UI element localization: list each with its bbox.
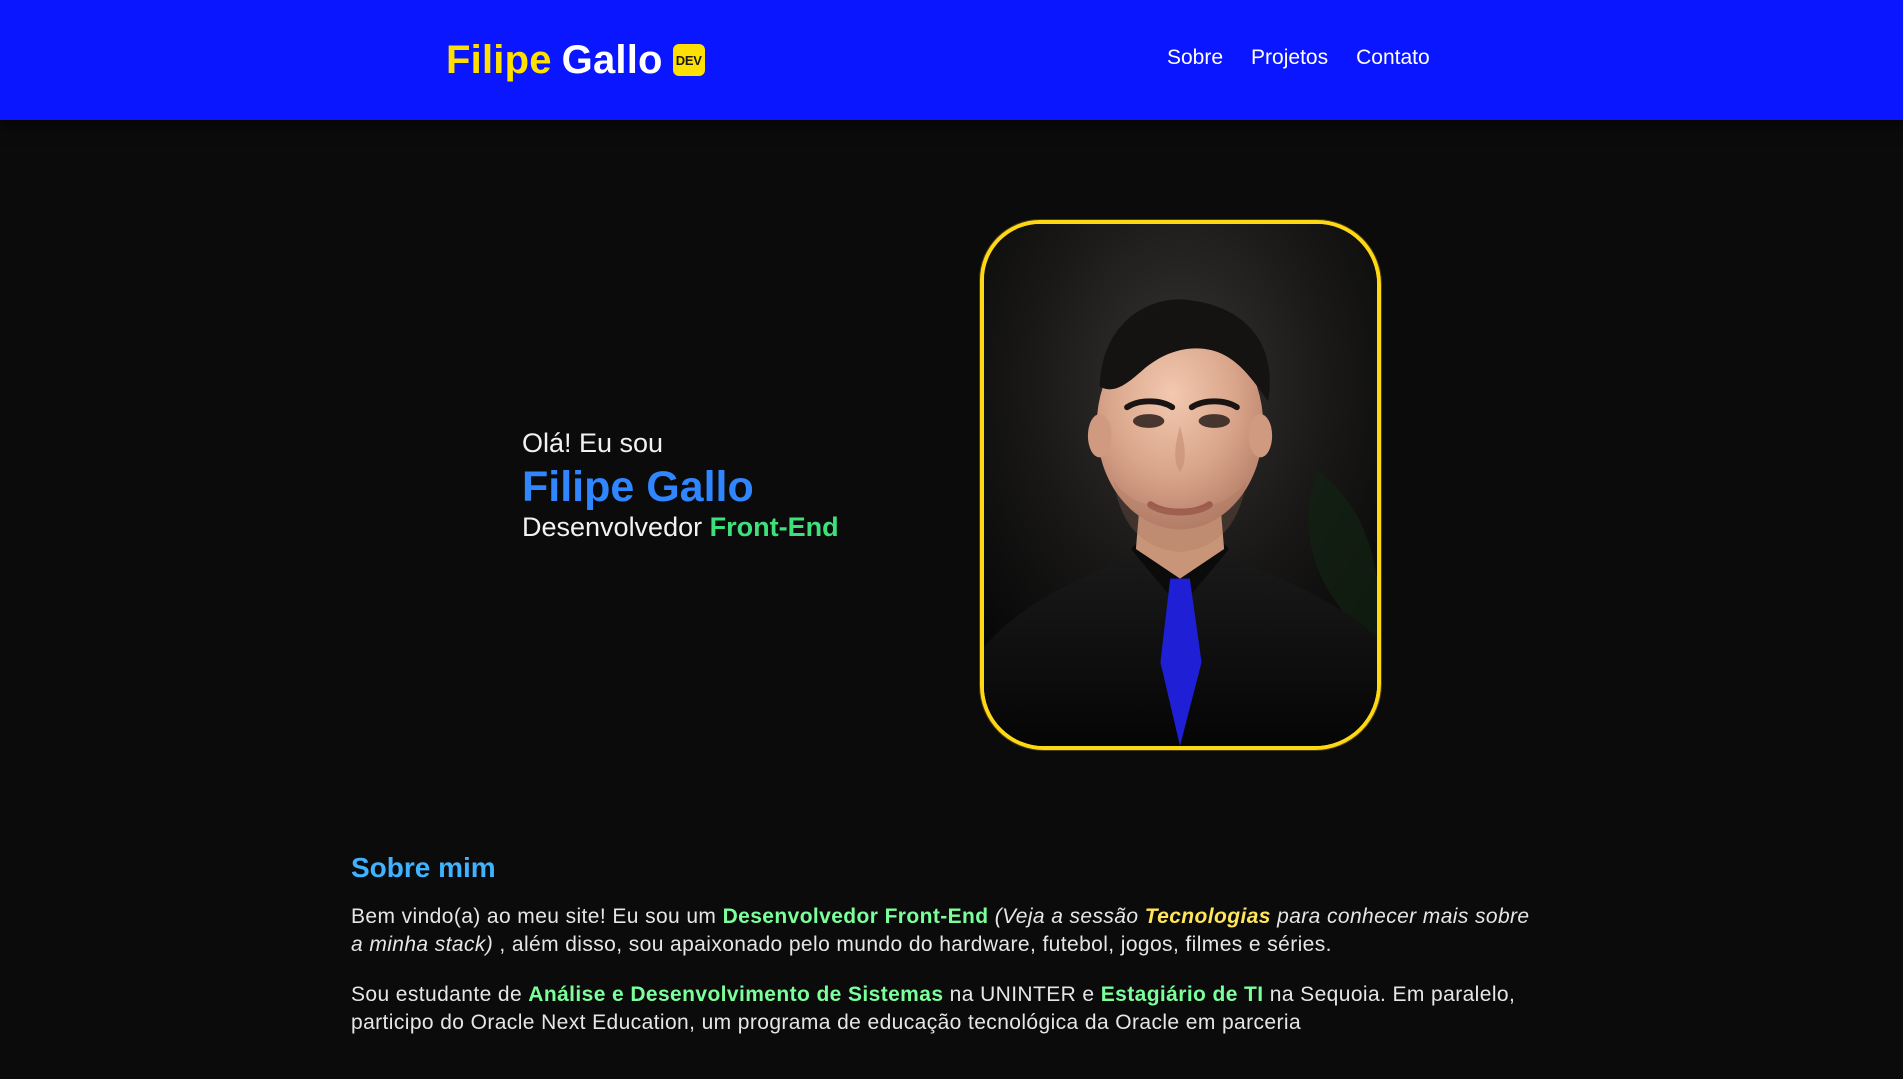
nav-link-sobre[interactable]: Sobre <box>1167 46 1223 70</box>
about-section: Sobre mim Bem vindo(a) ao meu site! Eu s… <box>351 852 1531 1059</box>
about-p1-highlight-tecnologias: Tecnologias <box>1144 905 1271 928</box>
about-p1-highlight-frontend: Desenvolvedor Front-End <box>722 905 989 928</box>
about-paragraph-2: Sou estudante de Análise e Desenvolvimen… <box>351 981 1531 1037</box>
nav-link-contato[interactable]: Contato <box>1356 46 1430 70</box>
hero-text: Olá! Eu sou Filipe Gallo Desenvolvedor F… <box>522 428 902 543</box>
site-header: Filipe Gallo DEV Sobre Projetos Contato <box>0 0 1903 120</box>
hero-role-prefix: Desenvolvedor <box>522 512 703 543</box>
dev-badge: DEV <box>672 44 705 76</box>
brand-first-name: Filipe <box>446 37 552 82</box>
about-p2-highlight-course: Análise e Desenvolvimento de Sistemas <box>528 983 944 1006</box>
hero-name: Filipe Gallo <box>522 463 754 511</box>
about-p2-a: Sou estudante de <box>351 983 529 1006</box>
portrait-photo-icon <box>984 224 1377 746</box>
brand-last-name: Gallo <box>561 37 663 82</box>
hero-role: Desenvolvedor Front-End <box>522 512 902 543</box>
hero-greeting: Olá! Eu sou <box>522 428 664 458</box>
about-p1-a: Bem vindo(a) ao meu site! Eu sou um <box>351 905 723 928</box>
hero-role-accent: Front-End <box>709 512 839 543</box>
main-nav: Sobre Projetos Contato <box>1167 46 1430 70</box>
about-p1-c: (Veja a sessão <box>994 905 1145 928</box>
about-p1-f: , além disso, sou apaixonado pelo mundo … <box>499 933 1332 956</box>
nav-link-projetos[interactable]: Projetos <box>1251 46 1328 70</box>
about-p2-c: na UNINTER e <box>949 983 1101 1006</box>
profile-photo <box>980 220 1381 750</box>
about-paragraph-1: Bem vindo(a) ao meu site! Eu sou um Dese… <box>351 903 1531 959</box>
about-title: Sobre mim <box>351 852 496 883</box>
brand-logo[interactable]: Filipe Gallo DEV <box>446 38 705 82</box>
about-p2-highlight-intern: Estagiário de TI <box>1100 983 1264 1006</box>
